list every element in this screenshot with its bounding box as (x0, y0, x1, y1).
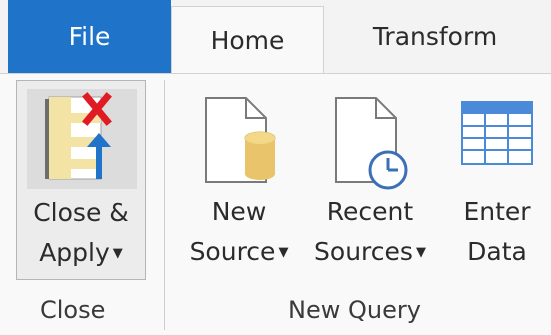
group-label-new-query: New Query (288, 296, 421, 324)
ribbon-tab-strip: File Home Transform (0, 0, 551, 74)
group-label-close: Close (40, 296, 106, 324)
recent-sources-label-line2-wrap: Sources ▼ (300, 232, 440, 273)
recent-sources-label-line1: Recent (326, 197, 414, 226)
close-apply-button[interactable]: Close & Apply ▼ (16, 80, 146, 280)
new-source-button[interactable]: New Source ▼ (178, 80, 300, 280)
close-apply-icon (27, 89, 137, 189)
recent-sources-button[interactable]: Recent Sources ▼ (300, 80, 440, 280)
tab-home[interactable]: Home (171, 6, 324, 74)
close-apply-label-line2: Apply (39, 238, 110, 267)
new-source-label-line2-wrap: Source ▼ (178, 232, 300, 273)
new-source-icon (200, 94, 284, 194)
tab-home-label: Home (210, 26, 285, 55)
recent-sources-icon (330, 94, 414, 198)
enter-data-button[interactable]: Enter Data (452, 80, 542, 280)
tab-transform-label: Transform (372, 22, 498, 51)
enter-data-label-line1: Enter (463, 197, 531, 226)
group-divider (164, 80, 165, 330)
new-source-label-line2: Source (189, 237, 276, 266)
tab-file[interactable]: File (8, 0, 171, 73)
new-source-label-line1: New (211, 197, 267, 226)
caret-down-icon: ▼ (415, 245, 426, 260)
tab-transform[interactable]: Transform (330, 0, 540, 73)
close-apply-label-line1: Close & (33, 198, 129, 227)
tab-file-label: File (68, 22, 111, 51)
recent-sources-label-line2: Sources (314, 237, 413, 266)
caret-down-icon: ▼ (278, 245, 289, 260)
enter-data-label-line2: Data (467, 237, 527, 266)
table-icon (460, 100, 536, 174)
close-apply-label-line2-wrap: Apply ▼ (17, 233, 145, 274)
caret-down-icon: ▼ (112, 246, 123, 261)
